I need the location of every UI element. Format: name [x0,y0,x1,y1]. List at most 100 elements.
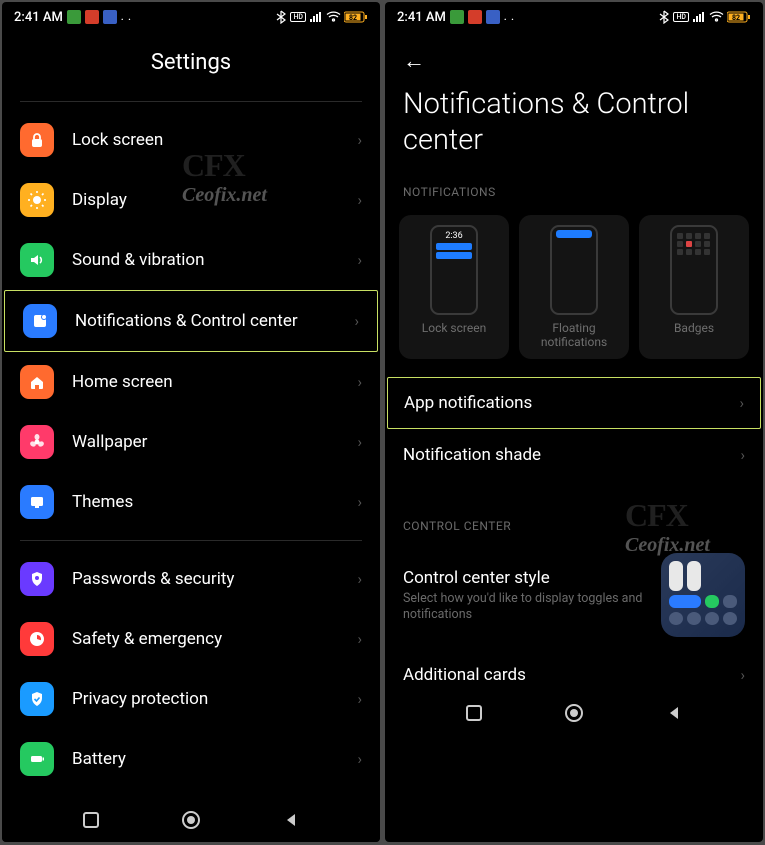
status-app-icon [85,10,99,24]
row-label: Passwords & security [72,569,357,589]
chevron-right-icon: › [357,191,362,209]
control-center-preview [661,553,745,637]
cc-subtitle: Select how you'd like to display toggles… [403,591,661,624]
card-label: Badges [674,321,714,349]
chevron-right-icon: › [357,750,362,768]
chevron-right-icon: › [357,570,362,588]
row-themes[interactable]: Themes › [2,472,380,532]
theme-icon [20,485,54,519]
chevron-right-icon: › [354,312,359,330]
signal-icon [309,11,323,23]
row-safety[interactable]: Safety & emergency › [2,609,380,669]
sound-icon [20,243,54,277]
chevron-right-icon: › [357,630,362,648]
row-display[interactable]: Display › [2,170,380,230]
safety-icon [20,622,54,656]
row-privacy[interactable]: Privacy protection › [2,669,380,729]
arrow-left-icon: ← [403,49,425,74]
row-sound[interactable]: Sound & vibration › [2,230,380,290]
nav-recent-button[interactable] [465,704,483,722]
chevron-right-icon: › [357,131,362,149]
row-label: Privacy protection [72,689,357,709]
lockscreen-preview: 2:36 [430,225,478,315]
signal-icon [692,11,706,23]
status-more-icon: . . [121,12,132,23]
row-control-center-style[interactable]: Control center style Select how you'd li… [385,541,763,649]
status-app-icon [67,10,81,24]
divider [20,540,362,541]
card-floating[interactable]: Floating notifications [519,215,629,360]
section-notifications: NOTIFICATIONS [385,173,763,207]
chevron-right-icon: › [740,666,745,684]
page-title: Settings [2,32,380,93]
phone-right: 2:41 AM . . HD 82 ← Notifications & Cont… [385,2,763,842]
row-lock-screen[interactable]: Lock screen › [2,110,380,170]
nav-home-button[interactable] [563,702,585,724]
card-label: Lock screen [422,321,486,349]
divider [20,101,362,102]
home-icon [20,365,54,399]
wifi-icon [709,11,724,23]
row-label: Home screen [72,372,357,392]
nav-home-button[interactable] [180,809,202,831]
chevron-right-icon: › [739,394,744,412]
row-notification-shade[interactable]: Notification shade › [385,429,763,481]
row-label: Safety & emergency [72,629,357,649]
row-notifications[interactable]: Notifications & Control center › [4,290,378,352]
chevron-right-icon: › [740,446,745,464]
svg-text:82: 82 [349,14,357,22]
battery-icon: 82 [344,11,368,23]
phone-left: 2:41 AM . . HD 82 Settings Lock screen ›… [2,2,380,842]
hd-icon: HD [673,12,689,22]
row-home-screen[interactable]: Home screen › [2,352,380,412]
row-label: Sound & vibration [72,250,357,270]
chevron-right-icon: › [357,493,362,511]
row-label: Additional cards [403,665,740,685]
notification-cards: 2:36 Lock screen Floating notifications … [385,207,763,378]
notifications-icon [23,304,57,338]
lock-icon [20,123,54,157]
row-passwords[interactable]: Passwords & security › [2,549,380,609]
settings-list: Lock screen › Display › Sound & vibratio… [2,110,380,798]
row-app-notifications[interactable]: App notifications › [387,377,761,429]
row-label: Lock screen [72,130,357,150]
status-time: 2:41 AM [397,10,446,25]
row-label: Notifications & Control center [75,311,354,331]
nav-recent-button[interactable] [82,811,100,829]
back-button[interactable]: ← [385,32,763,82]
row-battery[interactable]: Battery › [2,729,380,789]
bluetooth-icon [275,10,287,24]
chevron-right-icon: › [357,373,362,391]
wifi-icon [326,11,341,23]
status-app-icon [486,10,500,24]
row-label: Notification shade [403,445,740,465]
privacy-icon [20,682,54,716]
row-label: App notifications [404,393,739,413]
status-app-icon [468,10,482,24]
row-label: Themes [72,492,357,512]
chevron-right-icon: › [357,690,362,708]
page-title: Notifications & Control center [385,82,763,173]
card-badges[interactable]: Badges [639,215,749,360]
svg-text:82: 82 [732,14,740,22]
nav-bar [2,798,380,842]
sun-icon [20,183,54,217]
row-additional-cards[interactable]: Additional cards › [385,649,763,691]
cc-title: Control center style [403,568,661,588]
row-label: Battery [72,749,357,769]
card-label: Floating notifications [525,321,623,350]
chevron-right-icon: › [357,251,362,269]
hd-icon: HD [290,12,306,22]
shield-icon [20,562,54,596]
floating-preview [550,225,598,315]
card-lock-screen[interactable]: 2:36 Lock screen [399,215,509,360]
status-time: 2:41 AM [14,10,63,25]
nav-back-button[interactable] [282,811,300,829]
nav-back-button[interactable] [665,704,683,722]
row-wallpaper[interactable]: Wallpaper › [2,412,380,472]
status-bar: 2:41 AM . . HD 82 [385,2,763,32]
battery-icon [20,742,54,776]
section-control-center: CONTROL CENTER [385,507,763,541]
battery-icon: 82 [727,11,751,23]
flower-icon [20,425,54,459]
